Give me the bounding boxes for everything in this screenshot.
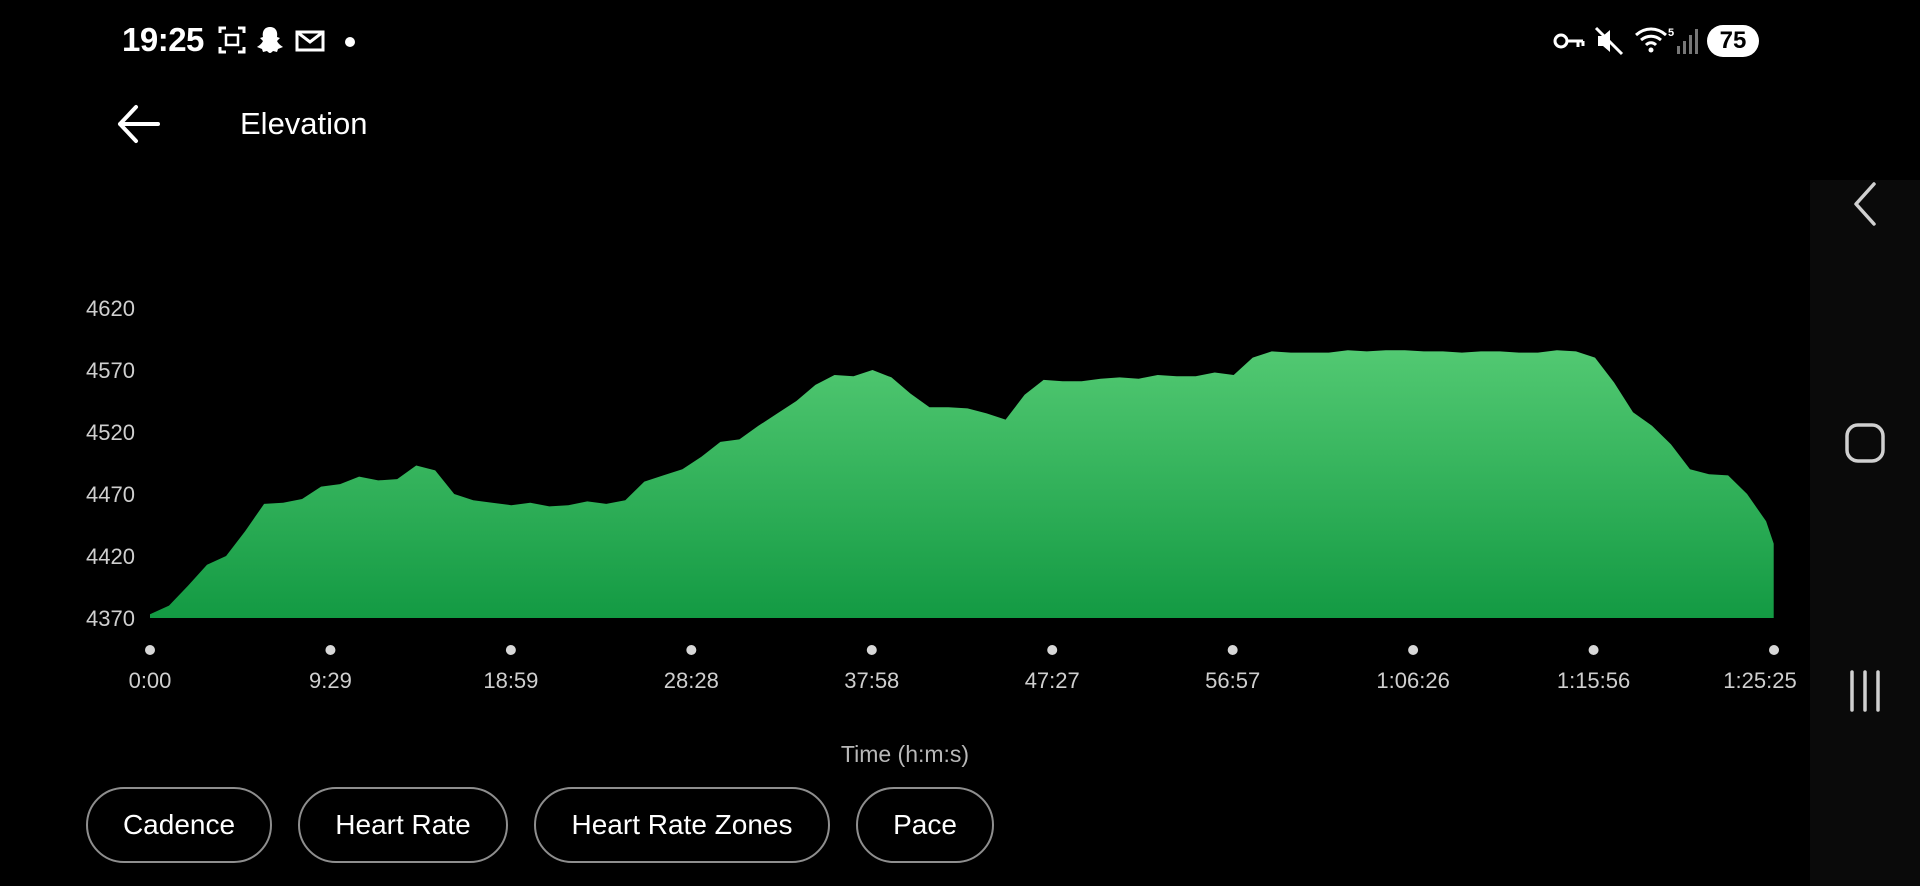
nav-recents-icon[interactable] xyxy=(1846,668,1884,714)
y-tick-label: 4470 xyxy=(86,482,135,507)
y-tick-label: 4520 xyxy=(86,420,135,445)
nav-home-icon[interactable] xyxy=(1844,422,1886,464)
x-tick-label: 0:00 xyxy=(129,668,172,693)
x-tick-dot xyxy=(1588,645,1599,655)
x-axis-title: Time (h:m:s) xyxy=(841,741,969,767)
x-tick-label: 47:27 xyxy=(1025,668,1080,693)
x-tick-dot xyxy=(1769,645,1779,655)
heart-rate-zones-button[interactable]: Heart Rate Zones xyxy=(534,787,830,863)
y-tick-label: 4370 xyxy=(86,606,135,631)
navigation-bar xyxy=(1810,180,1920,886)
x-tick-dot xyxy=(505,645,516,655)
x-tick-label: 18:59 xyxy=(483,668,538,693)
x-tick-dot xyxy=(1408,645,1419,655)
x-tick-dot xyxy=(325,645,336,655)
x-tick-label: 28:28 xyxy=(664,668,719,693)
elevation-area xyxy=(150,350,1774,618)
x-tick-label: 9:29 xyxy=(309,668,352,693)
y-tick-label: 4570 xyxy=(86,358,135,383)
x-tick-label: 56:57 xyxy=(1205,668,1260,693)
x-tick-dot xyxy=(1227,645,1238,655)
x-tick-label: 1:15:56 xyxy=(1557,668,1630,693)
x-tick-dot xyxy=(145,645,155,655)
elevation-chart: 4620 4570 4520 4470 4420 4370 0:00 9:29 18:59 28… xyxy=(86,296,1797,767)
x-tick-label: 1:06:26 xyxy=(1376,668,1449,693)
nav-back-icon[interactable] xyxy=(1848,180,1882,228)
x-tick-dot xyxy=(1047,645,1058,655)
x-tick-label: 37:58 xyxy=(844,668,899,693)
x-tick-dot xyxy=(866,645,877,655)
x-tick-label: 1:25:25 xyxy=(1723,668,1796,693)
x-axis: 0:00 9:29 18:59 28:28 37:58 47:27 56:57 1:06:26… xyxy=(129,645,1797,693)
y-axis: 4620 4570 4520 4470 4420 4370 xyxy=(86,296,135,631)
cadence-button[interactable]: Cadence xyxy=(86,787,272,863)
y-tick-label: 4620 xyxy=(86,296,135,321)
x-tick-dot xyxy=(686,645,697,655)
pace-button[interactable]: Pace xyxy=(856,787,994,863)
heart-rate-button[interactable]: Heart Rate xyxy=(298,787,508,863)
y-tick-label: 4420 xyxy=(86,544,135,569)
